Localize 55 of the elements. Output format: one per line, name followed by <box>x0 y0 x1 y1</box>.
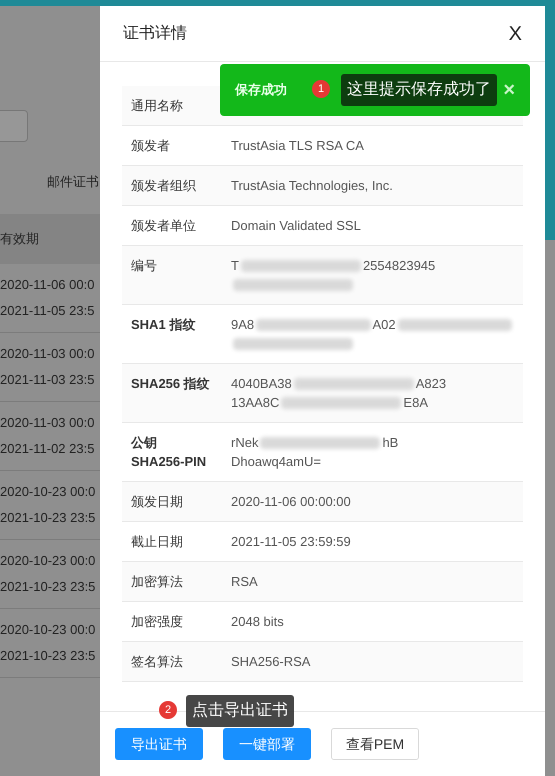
field-value: E8A <box>403 394 428 412</box>
toast-message: 保存成功 <box>235 81 287 100</box>
field-value: TrustAsia TLS RSA CA <box>231 137 364 155</box>
field-value: 2554823945 <box>362 257 436 275</box>
action-button[interactable]: 导出证书 <box>115 728 203 760</box>
date-text: 2020-11-03 00:0 <box>0 414 96 432</box>
field-value: T <box>231 257 239 275</box>
date-text: 2021-11-05 23:5 <box>0 302 96 320</box>
field-value: 9A8 <box>231 316 254 334</box>
action-button[interactable]: 查看PEM <box>331 728 419 760</box>
tab-label[interactable]: 邮件证书 <box>47 172 100 192</box>
field-label: 颁发者组织 <box>131 177 196 195</box>
action-button[interactable]: 一键部署 <box>223 728 311 760</box>
field-label: 加密强度 <box>131 613 183 631</box>
date-text: 2020-10-23 00:0 <box>0 483 96 501</box>
date-text: 2020-10-23 00:0 <box>0 621 96 639</box>
field-value: RSA <box>231 573 258 591</box>
field-value: 2048 bits <box>231 613 284 631</box>
field-label: 颁发者单位 <box>131 217 196 235</box>
field-value: 2020-11-06 00:00:00 <box>231 493 351 511</box>
field-label: 截止日期 <box>131 533 183 551</box>
column-header: 有效期 <box>0 230 39 248</box>
date-text: 2020-11-06 00:0 <box>0 276 96 294</box>
field-label: SHA1 指纹 <box>131 316 196 334</box>
field-value: 13AA8C <box>231 394 280 412</box>
field-value: rNek <box>231 434 258 452</box>
date-text: 2021-10-23 23:5 <box>0 578 96 596</box>
input-field[interactable] <box>0 110 28 142</box>
field-value: Domain Validated SSL <box>231 217 361 235</box>
field-label: 公钥 SHA256-PIN <box>131 434 208 471</box>
field-label: 颁发日期 <box>131 493 183 511</box>
field-value: Dhoawq4amU= <box>231 453 321 471</box>
date-text: 2020-11-03 00:0 <box>0 345 96 363</box>
field-value: 2021-11-05 23:59:59 <box>231 533 351 551</box>
date-text: 2020-10-23 00:0 <box>0 552 96 570</box>
date-text: 2021-10-23 23:5 <box>0 646 96 664</box>
field-value: 4040BA38 <box>231 375 292 393</box>
field-label: 编号 <box>131 257 157 275</box>
field-label: 加密算法 <box>131 573 183 591</box>
field-value: A02 <box>372 316 396 334</box>
annotation-tooltip: 这里提示保存成功了 <box>341 74 497 106</box>
field-value: SHA256-RSA <box>231 653 310 671</box>
dialog-title: 证书详情 <box>123 24 187 44</box>
field-value: TrustAsia Technologies, Inc. <box>231 177 393 195</box>
field-label: 签名算法 <box>131 653 183 671</box>
field-label: SHA256 指纹 <box>131 375 210 393</box>
annotation-tooltip: 点击导出证书 <box>186 695 294 727</box>
date-text: 2021-11-03 23:5 <box>0 370 96 388</box>
date-text: 2021-10-23 23:5 <box>0 508 96 526</box>
close-button[interactable]: X <box>508 24 522 44</box>
date-text: 2021-11-02 23:5 <box>0 440 96 458</box>
field-label: 颁发者 <box>131 137 170 155</box>
field-label: 通用名称 <box>131 97 183 115</box>
field-value: A823 <box>416 375 446 393</box>
field-value: hB <box>382 434 398 452</box>
